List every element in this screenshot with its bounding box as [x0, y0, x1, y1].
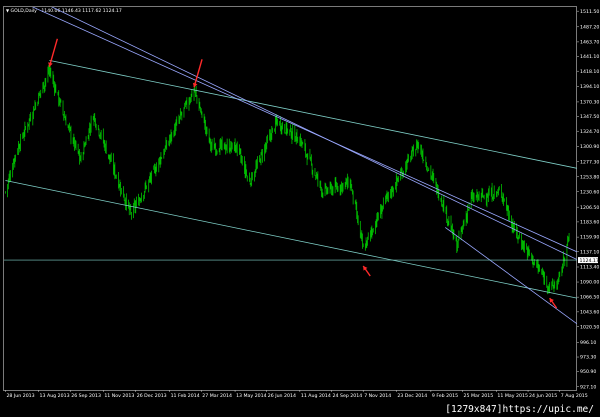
time-axis-label: 7 Aug 2015 [561, 393, 588, 399]
time-axis-label: 26 Sep 2013 [71, 393, 101, 399]
time-axis-label: 26 Dec 2013 [137, 393, 167, 399]
current-price-label: 1124.17 [580, 258, 599, 264]
price-axis-label: 1370.30 [580, 100, 599, 106]
price-axis-label: 1441.10 [580, 54, 599, 60]
trendline-line [49, 59, 577, 169]
arrow-down-icon [48, 38, 59, 67]
price-axis-label: 1183.60 [580, 219, 599, 225]
arrow-down-icon [193, 59, 203, 88]
price-axis-label: 1066.50 [580, 295, 599, 301]
time-axis-label: 13 Aug 2013 [40, 393, 70, 399]
time-axis-label: 13 May 2014 [236, 393, 267, 399]
price-axis-label: 1113.40 [580, 265, 599, 271]
time-axis-label: 11 Aug 2014 [301, 393, 331, 399]
price-axis-label: 1159.90 [580, 235, 599, 241]
watermark: [1279x847]https://upic.me/ [443, 404, 596, 415]
time-axis-label: 25 Mar 2015 [464, 393, 494, 399]
time-axis-label: 9 Feb 2015 [432, 393, 458, 399]
time-axis-label: 23 Dec 2014 [397, 393, 427, 399]
time-axis-label: 11 Feb 2014 [171, 393, 200, 399]
chart-window[interactable]: ▼ GOLD,Daily 1140.06 1146.43 1117.62 112… [0, 0, 600, 417]
price-axis-label: 1206.50 [580, 205, 599, 211]
price-axis-label: 1043.60 [580, 309, 599, 315]
price-axis-label: 1487.20 [580, 24, 599, 30]
price-axis-label: 1394.10 [580, 84, 599, 90]
price-axis-label: 1090.00 [580, 280, 599, 286]
price-axis-label: 1253.80 [580, 174, 599, 180]
price-axis-label: 927.10 [580, 384, 596, 390]
price-axis-label: 996.10 [580, 340, 596, 346]
time-axis-label: 27 Mar 2014 [202, 393, 232, 399]
price-axis-label: 1230.60 [580, 189, 599, 195]
plot-area [4, 7, 577, 325]
time-axis-label: 11 Nov 2013 [104, 393, 134, 399]
price-axis-label: 1324.70 [580, 129, 599, 135]
price-axis-label: 1347.50 [580, 114, 599, 120]
price-axis-label: 1137.10 [580, 249, 599, 255]
time-axis-label: 28 Jun 2013 [6, 393, 34, 399]
price-axis-label: 973.30 [580, 355, 596, 361]
time-axis-label: 24 Jun 2015 [529, 393, 557, 399]
price-axis-label: 1277.30 [580, 159, 599, 165]
trendline-line [5, 180, 577, 299]
price-chart[interactable]: 1511.50 1487.20 1463.70 1441.10 1418.10 1394.… [0, 0, 600, 417]
price-axis-label: 1300.90 [580, 144, 599, 150]
price-axis-label: 1020.50 [580, 324, 599, 330]
time-axis-label: 26 Jun 2014 [268, 393, 296, 399]
price-axis-label: 1418.10 [580, 69, 599, 75]
price-axis-label: 1511.50 [580, 9, 599, 15]
price-axis-label: 950.90 [580, 369, 596, 375]
time-axis-label: 24 Sep 2014 [333, 393, 363, 399]
time-axis-label: 7 Nov 2014 [364, 393, 391, 399]
channel-line [51, 7, 577, 260]
price-axis-label: 1463.70 [580, 39, 599, 45]
time-axis-label: 11 May 2015 [497, 393, 528, 399]
channel-line [31, 7, 577, 253]
channel-line [445, 227, 577, 325]
